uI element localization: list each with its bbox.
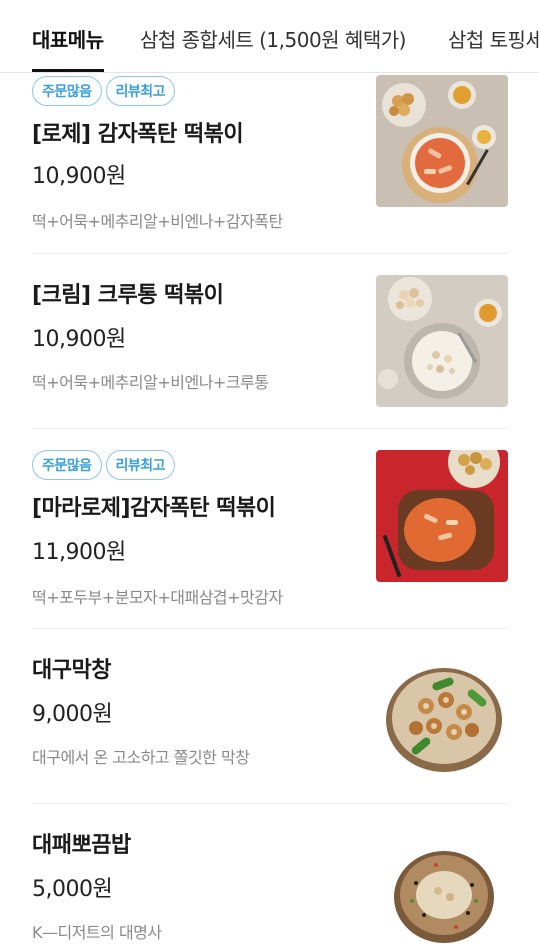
menu-item-fried-rice[interactable]: 대패뽀끔밥 5,000원 K—디저트의 대명사 (32, 803, 508, 948)
category-tab-bar: 대표메뉴 삼첩 종합세트 (1,500원 혜택가) 삼첩 토핑세트 (0, 0, 539, 73)
badge-best-review: 리뷰최고 (105, 450, 176, 480)
mala-rose-tteokbokki-photo (376, 450, 508, 582)
rose-tteokbokki-photo (376, 75, 508, 207)
menu-item-name: [크림] 크루통 떡볶이 (32, 283, 224, 308)
menu-item-price: 9,000원 (32, 702, 113, 727)
menu-item-mala-rose-tteokbokki[interactable]: 주문많음 리뷰최고 [마라로제]감자폭탄 떡볶이 11,900원 떡+포두부+분… (32, 428, 508, 629)
cream-tteokbokki-photo (376, 275, 508, 407)
menu-item-description: K—디저트의 대명사 (32, 923, 162, 942)
daegu-makchang-photo (376, 650, 508, 782)
fried-rice-photo (376, 825, 508, 948)
menu-item-name: [로제] 감자폭탄 떡볶이 (32, 122, 244, 147)
badge-group: 주문많음 리뷰최고 (32, 76, 176, 106)
menu-item-description: 떡+어묵+메추리알+비엔나+크루통 (32, 373, 269, 392)
menu-item-rose-tteokbokki[interactable]: 주문많음 리뷰최고 [로제] 감자폭탄 떡볶이 10,900원 떡+어묵+메추리… (32, 72, 508, 254)
menu-item-description: 떡+포두부+분모자+대패삼겹+맛감자 (32, 588, 283, 607)
menu-item-daegu-makchang[interactable]: 대구막창 9,000원 대구에서 온 고소하고 쫄깃한 막창 (32, 628, 508, 804)
menu-item-name: [마라로제]감자폭탄 떡볶이 (32, 496, 276, 521)
badge-group: 주문많음 리뷰최고 (32, 450, 176, 480)
tab-samcheop-topping-set[interactable]: 삼첩 토핑세트 (448, 24, 539, 72)
badge-popular: 주문많음 (32, 450, 102, 480)
tab-samcheop-combo-set[interactable]: 삼첩 종합세트 (1,500원 혜택가) (140, 24, 406, 72)
badge-best-review: 리뷰최고 (105, 76, 176, 106)
menu-item-price: 5,000원 (32, 877, 113, 902)
badge-popular: 주문많음 (32, 76, 102, 106)
menu-item-price: 11,900원 (32, 540, 126, 565)
menu-item-price: 10,900원 (32, 164, 126, 189)
menu-item-description: 대구에서 온 고소하고 쫄깃한 막창 (32, 748, 250, 767)
tab-representative-menu[interactable]: 대표메뉴 (32, 24, 104, 72)
menu-item-name: 대패뽀끔밥 (32, 833, 131, 858)
menu-item-description: 떡+어묵+메추리알+비엔나+감자폭탄 (32, 212, 283, 231)
menu-item-cream-tteokbokki[interactable]: [크림] 크루통 떡볶이 10,900원 떡+어묵+메추리알+비엔나+크루통 (32, 253, 508, 429)
menu-item-name: 대구막창 (32, 658, 111, 683)
menu-item-price: 10,900원 (32, 327, 126, 352)
